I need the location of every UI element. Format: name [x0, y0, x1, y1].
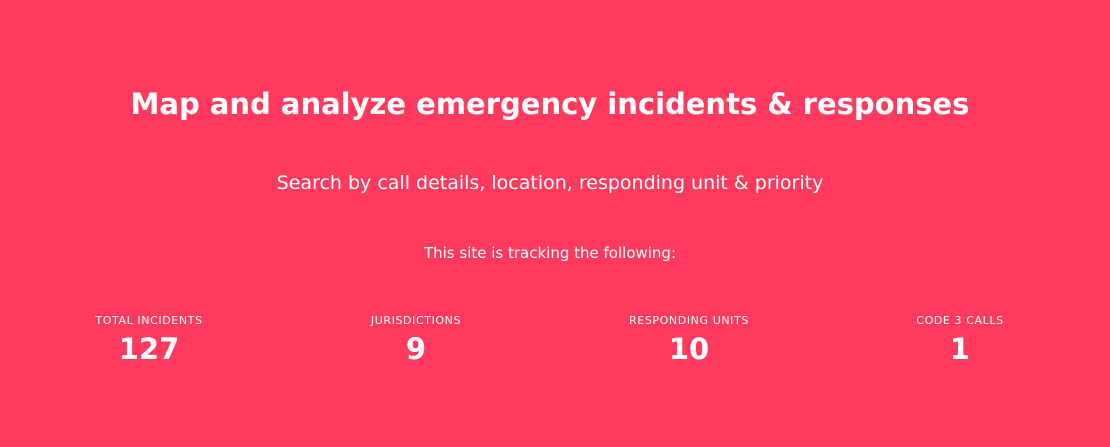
stat-value: 1: [949, 332, 971, 366]
stat-code-3-calls: CODE 3 CALLS 1: [850, 314, 1070, 366]
page-subtitle: Search by call details, location, respon…: [276, 172, 824, 194]
stat-label: TOTAL INCIDENTS: [95, 314, 203, 327]
page-title: Map and analyze emergency incidents & re…: [130, 87, 970, 121]
stat-value: 10: [668, 332, 710, 366]
hero-section: Map and analyze emergency incidents & re…: [0, 0, 1110, 447]
stat-value: 127: [118, 332, 180, 366]
stat-label: RESPONDING UNITS: [629, 314, 749, 327]
stat-jurisdictions: JURISDICTIONS 9: [306, 314, 526, 366]
stat-label: JURISDICTIONS: [370, 314, 462, 327]
stat-value: 9: [405, 332, 427, 366]
stat-label: CODE 3 CALLS: [916, 314, 1004, 327]
stat-total-incidents: TOTAL INCIDENTS 127: [39, 314, 259, 366]
stat-responding-units: RESPONDING UNITS 10: [579, 314, 799, 366]
tracking-intro-text: This site is tracking the following:: [423, 244, 677, 262]
